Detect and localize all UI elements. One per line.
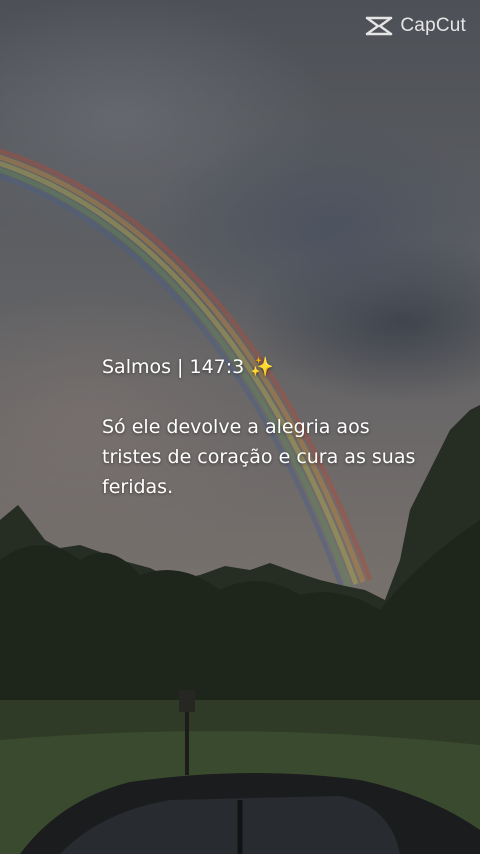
verse-text: Só ele devolve a alegria aos tristes de … bbox=[102, 416, 416, 498]
capcut-logo-icon bbox=[366, 16, 393, 36]
capcut-label: CapCut bbox=[400, 15, 466, 36]
capcut-watermark: CapCut bbox=[364, 14, 466, 38]
verse-reference: Salmos | 147:3 ✨ bbox=[102, 356, 274, 378]
verse-caption: Salmos | 147:3 ✨ Só ele devolve a alegri… bbox=[102, 352, 422, 502]
